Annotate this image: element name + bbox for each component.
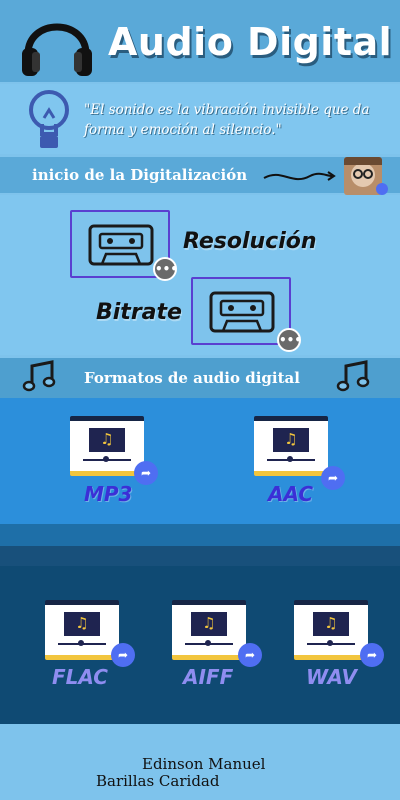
more-options-button[interactable]: ••• — [277, 328, 302, 352]
page-title: Audio Digital — [108, 20, 393, 64]
format-label-aiff: AIFF — [183, 665, 234, 689]
bitrate-label: Bitrate — [96, 300, 182, 325]
music-note-icon: ♫ — [202, 614, 216, 632]
media-player-card-aiff[interactable]: ♫ — [172, 600, 246, 660]
arrow-icon — [262, 166, 340, 186]
format-label-mp3: MP3 — [84, 482, 133, 506]
share-icon[interactable]: ➦ — [111, 643, 135, 667]
music-note-icon: ♫ — [75, 614, 89, 632]
resolution-label: Resolución — [183, 229, 317, 254]
player-screen: ♫ — [273, 428, 309, 452]
lightbulb-icon — [26, 88, 72, 150]
section-divider — [0, 524, 400, 546]
headphones-icon — [18, 6, 96, 80]
cassette-card-bitrate[interactable] — [191, 277, 291, 345]
share-icon[interactable]: ➦ — [321, 466, 345, 490]
music-note-icon — [22, 358, 58, 394]
music-note-icon: ♫ — [100, 430, 114, 448]
cassette-icon — [209, 291, 275, 333]
media-player-card-aac[interactable]: ♫ — [254, 416, 328, 476]
author-name-line2: Barillas Caridad — [96, 772, 220, 790]
player-screen: ♫ — [191, 612, 227, 636]
share-icon[interactable]: ➦ — [134, 461, 158, 485]
music-note-icon: ♫ — [324, 614, 338, 632]
player-screen: ♫ — [64, 612, 100, 636]
formats-label: Formatos de audio digital — [84, 369, 300, 387]
format-label-flac: FLAC — [52, 665, 108, 689]
progress-knob — [327, 640, 333, 646]
player-screen: ♫ — [89, 428, 125, 452]
section-divider — [0, 546, 400, 566]
progress-knob — [78, 640, 84, 646]
digitalization-label: inicio de la Digitalización — [32, 166, 248, 184]
format-label-wav: WAV — [306, 665, 357, 689]
avatar-status-dot — [376, 183, 388, 195]
music-note-icon: ♫ — [284, 430, 298, 448]
author-name-line1: Edinson Manuel — [142, 755, 266, 773]
media-player-card-mp3[interactable]: ♫ — [70, 416, 144, 476]
player-screen: ♫ — [313, 612, 349, 636]
formats-top-section — [0, 398, 400, 524]
media-player-card-flac[interactable]: ♫ — [45, 600, 119, 660]
share-icon[interactable]: ➦ — [360, 643, 384, 667]
format-label-aac: AAC — [268, 482, 314, 506]
progress-knob — [205, 640, 211, 646]
more-options-button[interactable]: ••• — [153, 257, 178, 281]
share-icon[interactable]: ➦ — [238, 643, 262, 667]
media-player-card-wav[interactable]: ♫ — [294, 600, 368, 660]
progress-knob — [287, 456, 293, 462]
progress-knob — [103, 456, 109, 462]
quote-text: "El sonido es la vibración invisible que… — [84, 102, 370, 138]
music-note-icon — [336, 358, 372, 394]
